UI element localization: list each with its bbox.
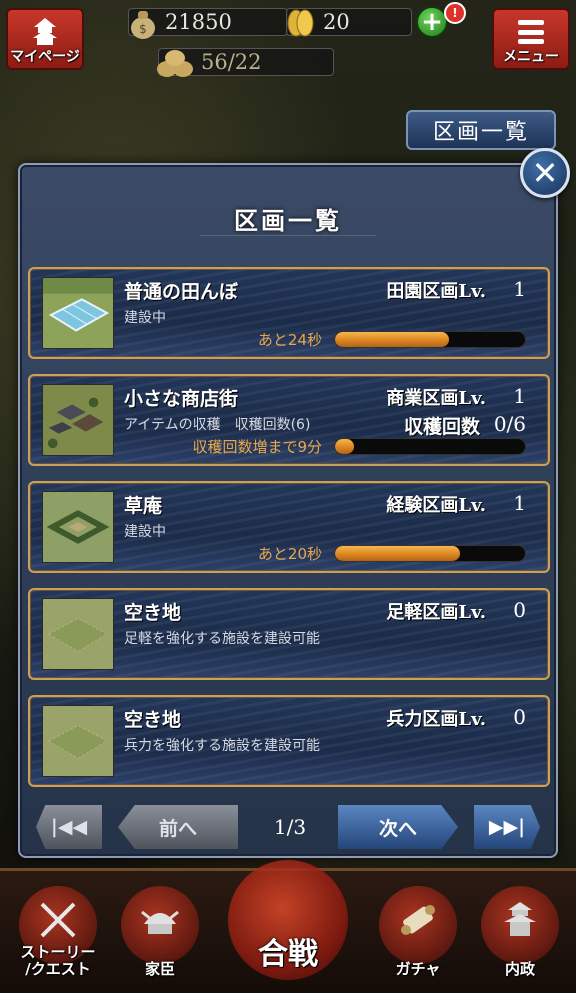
next-page-button[interactable]: 次へ xyxy=(338,805,458,849)
close-button[interactable]: ✕ xyxy=(520,148,570,198)
money-bag-icon: $ xyxy=(131,11,155,39)
svg-text:$: $ xyxy=(139,22,147,36)
plot-list-dialog: 区画一覧 普通の田んぼ 建設中 田園区画Lv. 1 あと24秒 小さな商店街 ア… xyxy=(18,163,558,858)
plot-card-shopping-street[interactable]: 小さな商店街 アイテムの収穫 収穫回数(6) 商業区画Lv. 1 収穫回数 0/… xyxy=(28,374,550,466)
plot-timer: あと20秒 xyxy=(257,545,322,563)
rice-field-thumbnail xyxy=(42,277,114,349)
nav-retainers[interactable]: 家臣 xyxy=(112,878,208,978)
coin-counter: 20 xyxy=(286,8,412,37)
castle-icon xyxy=(33,18,57,45)
hamburger-icon xyxy=(518,20,544,44)
shopping-street-thumbnail xyxy=(42,384,114,456)
gold-counter: $ 21850 xyxy=(128,8,288,39)
rice-counter: 56/22 xyxy=(157,48,334,77)
harvest-count-value: 0/6 xyxy=(493,412,526,436)
plot-status: 建設中 xyxy=(124,310,166,326)
pagoda-icon xyxy=(504,902,536,936)
plot-type-label: 足軽区画Lv. xyxy=(386,602,486,623)
plot-card-empty-footsoldier[interactable]: 空き地 足軽を強化する施設を建設可能 足軽区画Lv. 0 xyxy=(28,588,550,680)
plot-type-label: 商業区画Lv. xyxy=(386,388,486,409)
plot-list-button[interactable]: 区画一覧 xyxy=(406,110,556,150)
plot-description: 足軽を強化する施設を建設可能 xyxy=(124,631,320,647)
progress-fill xyxy=(335,332,449,347)
plot-type-label: 兵力区画Lv. xyxy=(386,709,486,730)
dialog-title: 区画一覧 xyxy=(234,206,342,235)
prev-page-button[interactable]: 前へ xyxy=(118,805,238,849)
plot-name: 普通の田んぼ xyxy=(124,281,239,303)
nav-battle-label: 合戦 xyxy=(258,936,318,972)
plot-description: 兵力を強化する施設を建設可能 xyxy=(124,738,320,754)
rice-value: 56/22 xyxy=(201,50,262,74)
plot-type-label: 経験区画Lv. xyxy=(386,495,486,516)
nav-retainer-label: 家臣 xyxy=(144,959,175,978)
nav-gacha[interactable]: ガチャ xyxy=(370,878,466,978)
title-divider xyxy=(200,235,376,236)
coin-value: 20 xyxy=(323,10,350,34)
nav-domestic-label: 内政 xyxy=(504,959,535,978)
empty-lot-thumbnail xyxy=(42,705,114,777)
plot-progress-bar xyxy=(334,438,526,455)
crossed-swords-icon xyxy=(40,902,76,938)
plot-level: 1 xyxy=(513,384,526,408)
menu-button[interactable]: メニュー xyxy=(492,8,570,70)
nav-story-label: ストーリー /クエスト xyxy=(20,942,96,978)
page-indicator: 1/3 xyxy=(273,815,307,839)
plot-level: 1 xyxy=(513,491,526,515)
plot-name: 草庵 xyxy=(124,495,163,517)
nav-story-quest[interactable]: ストーリー /クエスト xyxy=(10,878,106,978)
nav-domestic[interactable]: 内政 xyxy=(472,878,568,978)
plot-timer: あと24秒 xyxy=(257,331,322,349)
nav-gacha-label: ガチャ xyxy=(395,959,441,978)
gold-value: 21850 xyxy=(165,10,232,34)
plot-progress-bar xyxy=(334,545,526,562)
menu-label: メニュー xyxy=(503,49,559,65)
plot-level: 0 xyxy=(513,598,526,622)
harvest-count-label: 収穫回数 xyxy=(403,416,480,438)
hermitage-thumbnail xyxy=(42,491,114,563)
rice-bales-icon xyxy=(157,50,193,77)
scroll-icon xyxy=(401,905,435,935)
empty-lot-thumbnail xyxy=(42,598,114,670)
plot-name: 空き地 xyxy=(124,709,182,731)
plot-card-hermitage[interactable]: 草庵 建設中 経験区画Lv. 1 あと20秒 xyxy=(28,481,550,573)
progress-fill xyxy=(335,546,461,561)
plot-card-rice-field[interactable]: 普通の田んぼ 建設中 田園区画Lv. 1 あと24秒 xyxy=(28,267,550,359)
plot-name: 空き地 xyxy=(124,602,182,624)
plot-level: 0 xyxy=(513,705,526,729)
progress-fill xyxy=(335,439,354,454)
plot-timer: 収穫回数増まで9分 xyxy=(192,438,322,456)
mypage-label: マイページ xyxy=(10,49,80,65)
plot-status: アイテムの収穫 収穫回数(6) xyxy=(124,417,311,433)
notification-badge: ! xyxy=(444,2,466,24)
gold-coin-icon xyxy=(287,9,314,37)
plot-type-label: 田園区画Lv. xyxy=(386,281,486,302)
plot-level: 1 xyxy=(513,277,526,301)
plot-status: 建設中 xyxy=(124,524,166,540)
last-page-button[interactable]: ▶▶| xyxy=(474,805,540,849)
mypage-button[interactable]: マイページ xyxy=(6,8,84,70)
plot-name: 小さな商店街 xyxy=(124,388,239,410)
samurai-helmet-icon xyxy=(141,910,179,934)
first-page-button[interactable]: |◀◀ xyxy=(36,805,102,849)
close-icon: ✕ xyxy=(531,154,559,192)
nav-battle[interactable]: 合戦 xyxy=(218,856,358,986)
plot-progress-bar xyxy=(334,331,526,348)
plot-card-empty-troops[interactable]: 空き地 兵力を強化する施設を建設可能 兵力区画Lv. 0 xyxy=(28,695,550,787)
